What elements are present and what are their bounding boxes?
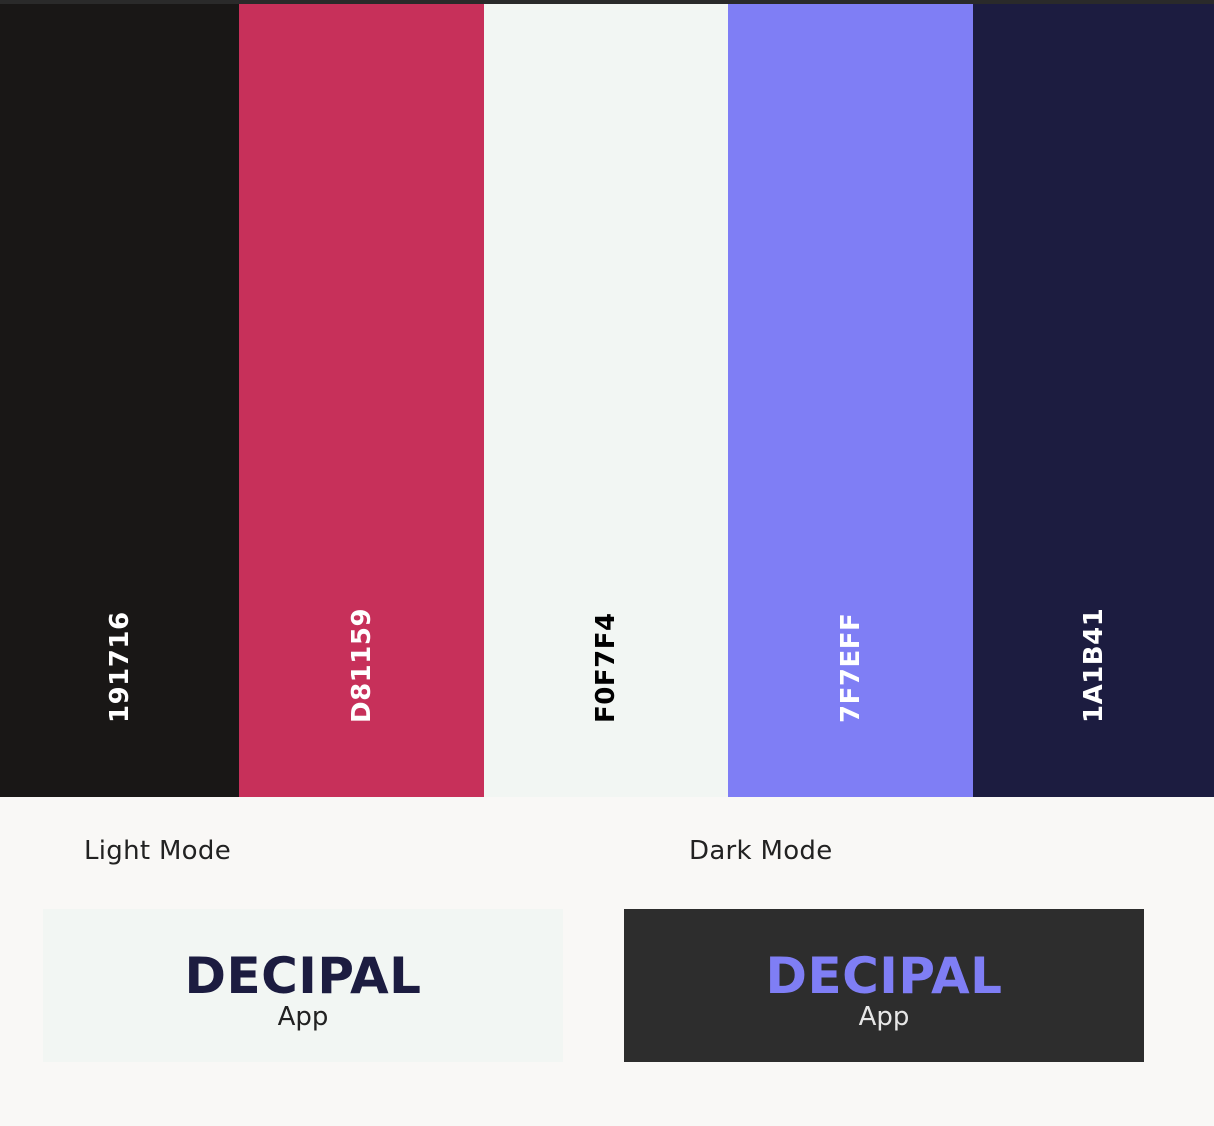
swatch-7f7eff: 7F7EFF — [728, 4, 973, 797]
swatch-f0f7f4: F0F7F4 — [484, 4, 728, 797]
swatch-hex-label: D81159 — [346, 607, 377, 723]
dark-mode-label: Dark Mode — [689, 836, 833, 866]
swatch-d81159: D81159 — [239, 4, 484, 797]
brand-name: DECIPAL — [765, 947, 1003, 1005]
swatch-hex-label: 7F7EFF — [835, 612, 866, 723]
swatch-1a1b41: 1A1B41 — [973, 4, 1214, 797]
swatch-hex-label: 191716 — [104, 611, 135, 723]
light-mode-preview: DECIPAL App — [43, 909, 563, 1062]
swatch-hex-label: F0F7F4 — [591, 612, 621, 723]
light-mode-label: Light Mode — [84, 836, 231, 866]
brand-subtitle: App — [277, 1002, 329, 1032]
color-palette: 191716 D81159 F0F7F4 7F7EFF 1A1B41 — [0, 4, 1214, 797]
brand-name: DECIPAL — [184, 947, 422, 1005]
brand-subtitle: App — [858, 1002, 910, 1032]
swatch-hex-label: 1A1B41 — [1078, 607, 1109, 723]
swatch-191716: 191716 — [0, 4, 239, 797]
dark-mode-preview: DECIPAL App — [624, 909, 1144, 1062]
